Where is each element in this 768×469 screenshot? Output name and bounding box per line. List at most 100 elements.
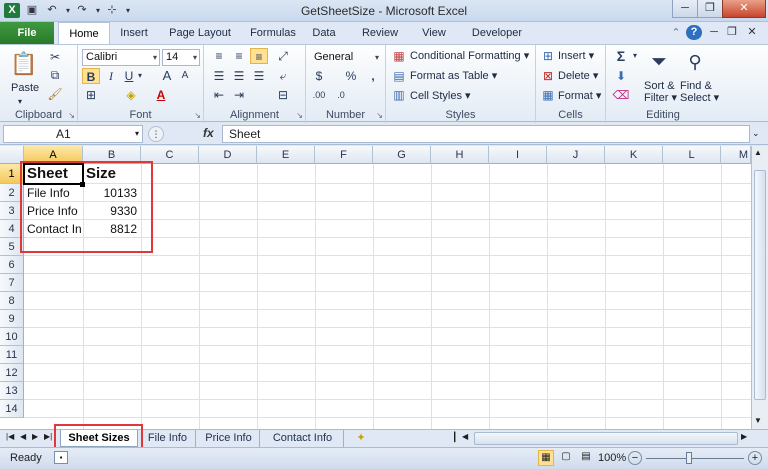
paste-button[interactable]: Paste: [11, 81, 39, 95]
row-header-13[interactable]: 13: [0, 382, 24, 400]
font-color-icon[interactable]: A: [152, 87, 170, 103]
fill-icon[interactable]: ⬇: [612, 68, 630, 84]
column-header-k[interactable]: K: [605, 146, 663, 164]
column-header-g[interactable]: G: [373, 146, 431, 164]
formula-input[interactable]: Sheet: [222, 125, 750, 143]
cut-icon[interactable]: ✂: [46, 49, 64, 65]
merge-center-icon[interactable]: ⊟: [274, 87, 292, 103]
underline-dropdown-icon[interactable]: ▾: [135, 68, 145, 84]
zoom-in-button[interactable]: +: [748, 451, 762, 465]
vertical-scrollbar[interactable]: ▲ ▼: [751, 146, 768, 429]
tab-data[interactable]: Data: [306, 22, 342, 44]
format-as-table-button[interactable]: Format as Table ▾: [410, 69, 497, 83]
align-middle-icon[interactable]: ≡: [230, 48, 248, 64]
page-layout-view-icon[interactable]: ▢: [558, 450, 574, 466]
column-header-d[interactable]: D: [199, 146, 257, 164]
row-header-7[interactable]: 7: [0, 274, 24, 292]
align-left-icon[interactable]: ☰: [210, 68, 228, 84]
first-sheet-icon[interactable]: |◀: [6, 432, 14, 441]
zoom-slider-thumb[interactable]: [686, 452, 692, 464]
scroll-left-icon[interactable]: ◀: [462, 432, 468, 441]
prev-sheet-icon[interactable]: ◀: [20, 432, 26, 441]
row-header-8[interactable]: 8: [0, 292, 24, 310]
format-button[interactable]: Format ▾: [558, 89, 601, 103]
row-header-6[interactable]: 6: [0, 256, 24, 274]
sort-filter-label-line2[interactable]: Filter ▾: [644, 91, 677, 105]
grow-font-button[interactable]: A: [158, 68, 176, 84]
comma-button[interactable]: ,: [364, 68, 382, 84]
scroll-down-icon[interactable]: ▼: [754, 416, 762, 425]
number-format-select[interactable]: General ▾: [310, 49, 382, 66]
row-header-11[interactable]: 11: [0, 346, 24, 364]
paste-icon[interactable]: 📋: [10, 49, 37, 79]
row-header-12[interactable]: 12: [0, 364, 24, 382]
orientation-icon[interactable]: ⤢: [274, 48, 292, 64]
normal-view-icon[interactable]: ▦: [538, 450, 554, 466]
vertical-scroll-thumb[interactable]: [754, 170, 766, 400]
restore-button[interactable]: ❐: [697, 0, 723, 18]
paste-dropdown-icon[interactable]: ▾: [18, 95, 22, 109]
clipboard-launcher-icon[interactable]: ↘: [68, 111, 75, 120]
name-box[interactable]: A1 ▾: [3, 125, 143, 143]
column-header-m[interactable]: M: [721, 146, 751, 164]
alignment-launcher-icon[interactable]: ↘: [296, 111, 303, 120]
fill-color-icon[interactable]: ◈: [122, 87, 140, 103]
italic-button[interactable]: I: [102, 68, 120, 84]
close-button[interactable]: ✕: [722, 0, 766, 18]
sheet-tab-contact-info[interactable]: Contact Info: [262, 430, 344, 447]
workbook-restore-icon[interactable]: ❐: [724, 25, 740, 40]
font-launcher-icon[interactable]: ↘: [194, 111, 201, 120]
formula-bar-grip-icon[interactable]: ⋮: [148, 126, 164, 142]
shrink-font-button[interactable]: A: [176, 68, 194, 84]
tab-insert[interactable]: Insert: [112, 22, 156, 44]
column-header-l[interactable]: L: [663, 146, 721, 164]
expand-formula-bar-icon[interactable]: ⌄: [752, 128, 760, 139]
font-name-select[interactable]: Calibri ▾: [82, 49, 160, 66]
currency-button[interactable]: $: [310, 68, 328, 84]
borders-icon[interactable]: ⊞: [82, 87, 100, 103]
zoom-out-button[interactable]: −: [628, 451, 642, 465]
find-select-label-line2[interactable]: Select ▾: [680, 91, 719, 105]
bold-button[interactable]: B: [82, 68, 100, 84]
tab-formulas[interactable]: Formulas: [245, 22, 301, 44]
align-bottom-icon[interactable]: ≡: [250, 48, 268, 64]
tab-file[interactable]: File: [0, 22, 54, 44]
worksheet-grid[interactable]: A B C D E F G H I J K L M 1 2 3 4 5 6 7 …: [0, 146, 768, 429]
column-header-f[interactable]: F: [315, 146, 373, 164]
row-header-10[interactable]: 10: [0, 328, 24, 346]
tab-developer[interactable]: Developer: [466, 22, 528, 44]
format-painter-icon[interactable]: 🖌: [46, 86, 64, 102]
decrease-indent-icon[interactable]: ⇤: [210, 87, 228, 103]
tab-page-layout[interactable]: Page Layout: [162, 22, 238, 44]
next-sheet-icon[interactable]: ▶: [32, 432, 38, 441]
increase-decimal-icon[interactable]: .00: [310, 87, 328, 103]
copy-icon[interactable]: ⧉: [46, 67, 64, 83]
column-header-h[interactable]: H: [431, 146, 489, 164]
horizontal-scroll-thumb[interactable]: [474, 432, 738, 445]
workbook-close-icon[interactable]: ✕: [744, 25, 760, 40]
minimize-button[interactable]: ─: [672, 0, 698, 18]
last-sheet-icon[interactable]: ▶|: [44, 432, 52, 441]
macro-record-icon[interactable]: ▪: [54, 451, 68, 464]
wrap-text-icon[interactable]: ⤶: [274, 68, 292, 84]
decrease-decimal-icon[interactable]: .0: [332, 87, 350, 103]
tab-home[interactable]: Home: [58, 22, 110, 45]
tab-view[interactable]: View: [414, 22, 454, 44]
conditional-formatting-button[interactable]: Conditional Formatting ▾: [410, 49, 529, 63]
minimize-ribbon-icon[interactable]: ⌃: [668, 26, 684, 41]
tab-review[interactable]: Review: [356, 22, 404, 44]
scroll-up-icon[interactable]: ▲: [754, 148, 762, 157]
row-header-9[interactable]: 9: [0, 310, 24, 328]
row-header-14[interactable]: 14: [0, 400, 24, 418]
binoculars-icon[interactable]: ⚲: [682, 48, 708, 76]
autosum-dropdown-icon[interactable]: ▾: [630, 48, 640, 64]
page-break-view-icon[interactable]: ▤: [578, 450, 594, 466]
column-header-j[interactable]: J: [547, 146, 605, 164]
sheet-tab-price-info[interactable]: Price Info: [198, 430, 260, 447]
align-right-icon[interactable]: ☰: [250, 68, 268, 84]
zoom-slider-track[interactable]: [646, 458, 744, 459]
column-header-e[interactable]: E: [257, 146, 315, 164]
delete-button[interactable]: Delete ▾: [558, 69, 598, 83]
workbook-minimize-icon[interactable]: ─: [706, 25, 722, 40]
clear-icon[interactable]: ⌫: [612, 87, 630, 103]
